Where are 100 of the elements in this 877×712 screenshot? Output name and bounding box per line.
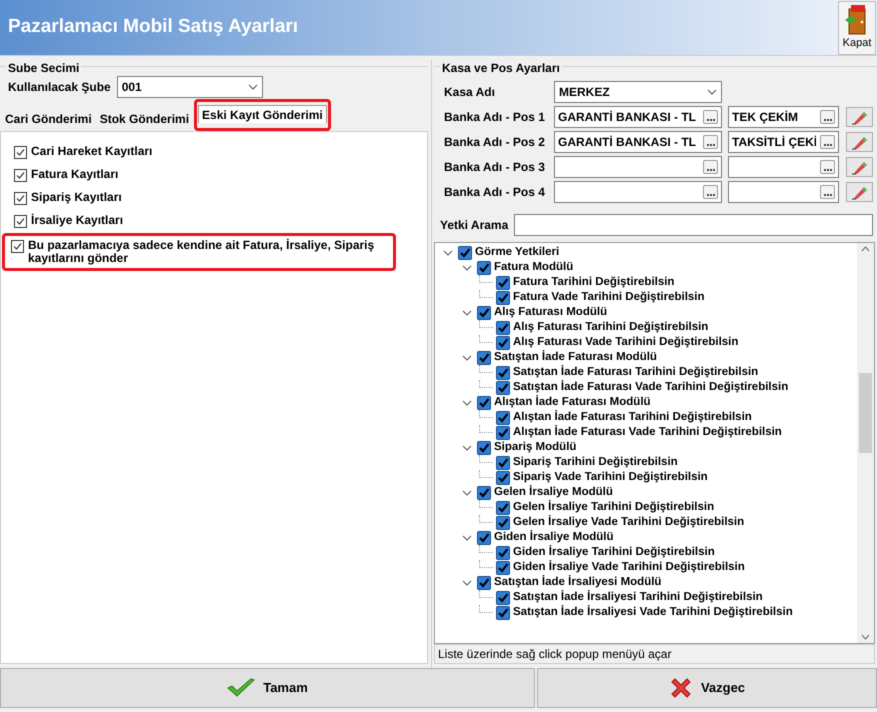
- chevron-down-icon[interactable]: [462, 578, 472, 588]
- checkbox[interactable]: [14, 215, 27, 228]
- chevron-down-icon[interactable]: [443, 248, 453, 258]
- tree-item[interactable]: Gelen İrsaliye Modülü: [494, 485, 613, 500]
- chevron-up-icon[interactable]: [861, 246, 870, 252]
- checkbox[interactable]: [496, 546, 510, 560]
- cash-dropdown[interactable]: MERKEZ: [554, 81, 722, 103]
- ellipsis-button[interactable]: [703, 135, 718, 149]
- checkbox[interactable]: [496, 320, 510, 334]
- lookup-field[interactable]: [554, 181, 722, 203]
- field-label: Yetki Arama: [440, 217, 508, 234]
- field-label: Kullanılacak Şube: [8, 79, 111, 96]
- tree-item[interactable]: Alıştan İade Faturası Vade Tarihini Değiştirebilsin: [513, 425, 782, 440]
- checkbox[interactable]: [496, 276, 510, 290]
- scrollbar[interactable]: [857, 243, 874, 643]
- tree-item[interactable]: Fatura Tarihini Değiştirebilsin: [513, 275, 674, 290]
- ellipsis-button[interactable]: [703, 185, 718, 199]
- checkbox[interactable]: [477, 486, 491, 500]
- search-field[interactable]: [514, 214, 873, 236]
- scrollbar-thumb[interactable]: [859, 373, 872, 453]
- tree-item[interactable]: Giden İrsaliye Modülü: [494, 530, 614, 545]
- tree-item[interactable]: Satıştan İade İrsaliyesi Tarihini Değiştirebilsin: [513, 590, 763, 605]
- tree-item[interactable]: Gelen İrsaliye Tarihini Değiştirebilsin: [513, 500, 714, 515]
- tree-item[interactable]: Satıştan İade Faturası Vade Tarihini Değiştirebilsin: [513, 380, 788, 395]
- checkbox[interactable]: [496, 410, 510, 424]
- chevron-down-icon[interactable]: [462, 488, 472, 498]
- tree-item[interactable]: Sipariş Tarihini Değiştirebilsin: [513, 455, 678, 470]
- checkbox[interactable]: [496, 606, 510, 620]
- checkbox[interactable]: [477, 260, 491, 274]
- chevron-down-icon[interactable]: [462, 262, 472, 272]
- tree-item[interactable]: Fatura Modülü: [494, 260, 574, 275]
- checkbox[interactable]: [496, 590, 510, 604]
- checkbox[interactable]: [14, 146, 27, 159]
- ellipsis-button[interactable]: [820, 135, 835, 149]
- checkbox[interactable]: [496, 366, 510, 380]
- tree-item[interactable]: Gelen İrsaliye Vade Tarihini Değiştirebilsin: [513, 515, 744, 530]
- checkbox[interactable]: [477, 530, 491, 544]
- branch-dropdown[interactable]: 001: [116, 76, 263, 98]
- edit-button[interactable]: [846, 132, 873, 152]
- checkbox[interactable]: [496, 470, 510, 484]
- ellipsis-button[interactable]: [820, 185, 835, 199]
- checkbox[interactable]: [496, 336, 510, 350]
- checkbox[interactable]: [496, 500, 510, 514]
- tree-item[interactable]: Alıştan İade Faturası Tarihini Değiştirebilsin: [513, 410, 752, 425]
- tree-item[interactable]: Satıştan İade Faturası Tarihini Değiştirebilsin: [513, 365, 758, 380]
- lookup-field[interactable]: GARANTİ BANKASI - TL: [554, 106, 722, 128]
- checkbox[interactable]: [496, 456, 510, 470]
- chevron-down-icon[interactable]: [462, 352, 472, 362]
- checkbox[interactable]: [458, 246, 472, 260]
- checkbox[interactable]: [496, 560, 510, 574]
- chevron-down-icon[interactable]: [462, 398, 472, 408]
- tree-item[interactable]: Giden İrsaliye Tarihini Değiştirebilsin: [513, 545, 715, 560]
- pencil-icon: [850, 109, 868, 125]
- tab[interactable]: Stok Gönderimi: [96, 110, 192, 128]
- ok-button[interactable]: Tamam: [0, 668, 535, 708]
- edit-button[interactable]: [846, 157, 873, 177]
- checkbox[interactable]: [477, 350, 491, 364]
- ellipsis-button[interactable]: [820, 160, 835, 174]
- lookup-field[interactable]: TAKSİTLİ ÇEKİ: [728, 131, 839, 153]
- checkbox[interactable]: [477, 306, 491, 320]
- tree-item[interactable]: Alış Faturası Modülü: [494, 305, 608, 320]
- checkbox[interactable]: [14, 169, 27, 182]
- tree-item[interactable]: Fatura Vade Tarihini Değiştirebilsin: [513, 290, 705, 305]
- tree-item[interactable]: Alıştan İade Faturası Modülü: [494, 395, 651, 410]
- checkbox[interactable]: [477, 396, 491, 410]
- chevron-down-icon[interactable]: [462, 308, 472, 318]
- tree-item[interactable]: Sipariş Modülü: [494, 440, 576, 455]
- checkbox[interactable]: [496, 290, 510, 304]
- tab[interactable]: Cari Gönderimi: [2, 110, 95, 128]
- tree-item[interactable]: Satıştan İade İrsaliyesi Vade Tarihini Değiştirebilsin: [513, 605, 793, 620]
- tree-item[interactable]: Satıştan İade İrsaliyesi Modülü: [494, 575, 662, 590]
- tree-item[interactable]: Giden İrsaliye Vade Tarihini Değiştirebilsin: [513, 560, 745, 575]
- ellipsis-button[interactable]: [703, 110, 718, 124]
- tree-item[interactable]: Satıştan İade Faturası Modülü: [494, 350, 657, 365]
- ellipsis-button[interactable]: [703, 160, 718, 174]
- checkbox[interactable]: [11, 240, 24, 253]
- lookup-field[interactable]: [728, 156, 839, 178]
- close-button[interactable]: Kapat: [838, 0, 876, 54]
- tree-item[interactable]: Alış Faturası Vade Tarihini Değiştirebilsin: [513, 335, 738, 350]
- ellipsis-button[interactable]: [820, 110, 835, 124]
- tab[interactable]: Eski Kayıt Gönderimi: [198, 105, 327, 123]
- checkbox[interactable]: [496, 516, 510, 530]
- checkbox[interactable]: [496, 426, 510, 440]
- cancel-button[interactable]: Vazgec: [537, 668, 877, 708]
- edit-button[interactable]: [846, 107, 873, 127]
- checkbox[interactable]: [496, 380, 510, 394]
- checkbox[interactable]: [477, 440, 491, 454]
- lookup-field[interactable]: TEK ÇEKİM: [728, 106, 839, 128]
- tree-item[interactable]: Alış Faturası Tarihini Değiştirebilsin: [513, 320, 708, 335]
- chevron-down-icon[interactable]: [462, 442, 472, 452]
- lookup-field[interactable]: GARANTİ BANKASI - TL: [554, 131, 722, 153]
- checkbox[interactable]: [14, 192, 27, 205]
- chevron-down-icon[interactable]: [861, 634, 870, 640]
- chevron-down-icon[interactable]: [462, 532, 472, 542]
- tree-item[interactable]: Sipariş Vade Tarihini Değiştirebilsin: [513, 470, 708, 485]
- lookup-field[interactable]: [554, 156, 722, 178]
- checkbox[interactable]: [477, 576, 491, 590]
- lookup-field[interactable]: [728, 181, 839, 203]
- tree-item[interactable]: Görme Yetkileri: [475, 245, 560, 260]
- edit-button[interactable]: [846, 182, 873, 202]
